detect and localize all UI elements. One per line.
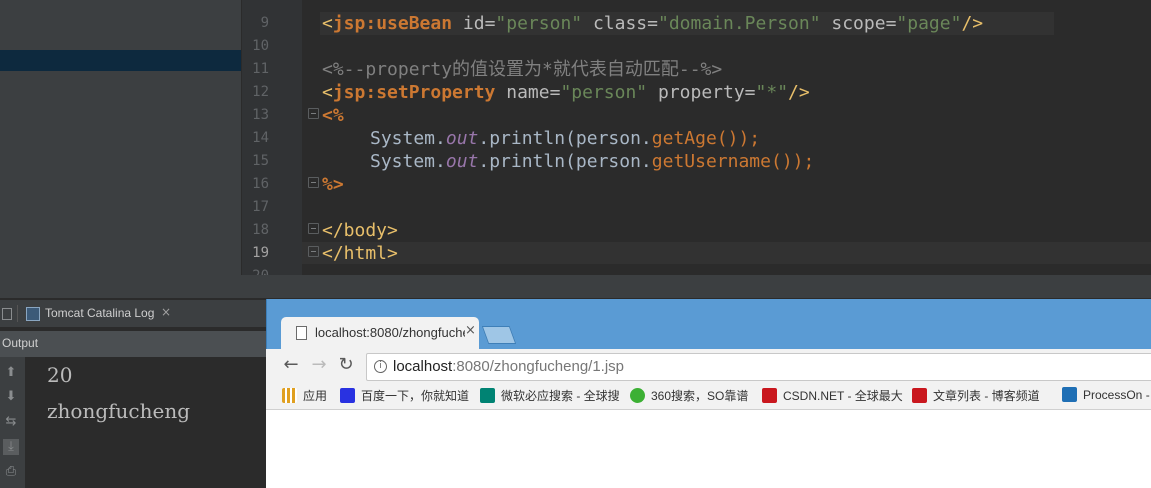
bookmark-csdn-blog[interactable]: 文章列表 - 博客频道 [912,387,1040,405]
scroll-to-end-icon[interactable]: ⤓ [3,439,19,455]
code-editor[interactable]: <jsp:useBean id="person" class="domain.P… [302,0,1151,275]
code-line-11-comment: <%--property的值设置为*就代表自动匹配--%> [322,59,723,80]
bookmark-csdn[interactable]: CSDN.NET - 全球最大 [762,387,903,405]
back-icon[interactable]: ← [281,355,301,375]
server-tab-icon[interactable] [2,308,12,320]
soft-wrap-icon[interactable]: ⇆ [3,414,19,430]
chrome-browser-window: localhost:8080/zhongfucheng × ← → ↻ i lo… [266,299,1151,488]
line-number: 10 [252,38,269,54]
new-tab-button[interactable] [481,326,517,344]
csdn-blog-icon [912,388,927,403]
code-line-15: System.out.println(person.getUsername())… [370,151,815,172]
csdn-icon [762,388,777,403]
output-header: Output [0,331,266,357]
bookmark-baidu[interactable]: 百度一下，你就知道 [340,387,469,405]
line-number: 14 [252,130,269,146]
tab-title: localhost:8080/zhongfucheng [315,325,465,340]
bookmark-processon[interactable]: ProcessOn - [1062,387,1150,405]
editor-gutter: 8 9 10 11 12 13 14 15 16 17 18 19 20 [241,0,302,284]
reload-icon[interactable]: ↻ [336,355,356,375]
line-number: 18 [252,222,269,238]
baidu-paw-icon [340,388,355,403]
print-icon[interactable]: ⎙ [3,464,19,480]
current-line-highlight [302,242,1151,264]
code-line-9: <jsp:useBean id="person" class="domain.P… [322,13,984,34]
apps-grid-icon [282,388,297,403]
arrow-up-icon[interactable]: ⬆ [3,365,19,381]
line-number: 17 [252,199,269,215]
project-tool-window [0,0,241,298]
tab-tomcat-catalina-log[interactable]: Tomcat Catalina Log × [20,300,178,327]
forward-icon[interactable]: → [309,355,329,375]
output-label: Output [2,336,39,350]
line-number: 12 [252,84,269,100]
code-line-16: %> [322,174,344,195]
code-line-19: </html> [322,243,398,264]
line-number: 15 [252,153,269,169]
line-number: 13 [252,107,269,123]
browser-tab-strip: localhost:8080/zhongfucheng × [266,299,1151,349]
editor-horizontal-scrollbar[interactable] [0,275,1151,298]
close-icon[interactable]: × [161,305,171,319]
line-number: 9 [260,15,269,31]
bookmark-bing[interactable]: 微软必应搜索 - 全球搜 [480,387,620,405]
code-line-12: <jsp:setProperty name="person" property=… [322,82,810,103]
360-icon [630,388,645,403]
browser-tab[interactable]: localhost:8080/zhongfucheng × [281,317,479,349]
bookmarks-bar: 应用 百度一下，你就知道 微软必应搜索 - 全球搜 360搜索，SO靠谱 CSD… [266,383,1151,410]
processon-icon [1062,387,1077,403]
code-line-14: System.out.println(person.getAge()); [370,128,761,149]
address-bar[interactable]: i localhost:8080/zhongfucheng/1.jsp [366,353,1151,381]
fold-icon[interactable] [308,223,319,234]
selected-project-item[interactable] [0,50,241,71]
browser-toolbar: ← → ↻ i localhost:8080/zhongfucheng/1.js… [266,349,1151,383]
line-number: 8 [261,0,269,5]
bookmark-360[interactable]: 360搜索，SO靠谱 [630,387,748,405]
bookmark-apps[interactable]: 应用 [282,387,327,405]
fold-icon[interactable] [308,177,319,188]
arrow-down-icon[interactable]: ⬇ [3,389,19,405]
line-number-current: 19 [252,245,269,261]
url-text: localhost:8080/zhongfucheng/1.jsp [393,358,625,375]
code-line-18: </body> [322,220,398,241]
fold-icon[interactable] [308,246,319,257]
line-number: 11 [252,61,269,77]
line-number: 16 [252,176,269,192]
tab-divider [17,305,18,322]
run-tab-bar: Tomcat Catalina Log × [0,299,266,327]
close-icon[interactable]: × [465,323,476,338]
info-icon[interactable]: i [374,360,387,373]
console-line: 20 [47,363,73,387]
log-file-icon [26,307,40,321]
tab-label: Tomcat Catalina Log [45,306,155,320]
page-icon [296,326,307,340]
page-viewport[interactable] [266,410,1151,488]
console-line: zhongfucheng [47,399,191,423]
console-toolbar: ⬆ ⬇ ⇆ ⤓ ⎙ [0,357,26,488]
fold-icon[interactable] [308,108,319,119]
console-output[interactable]: 20 zhongfucheng [26,357,266,488]
bing-icon [480,388,495,403]
code-line-13: <% [322,105,344,126]
